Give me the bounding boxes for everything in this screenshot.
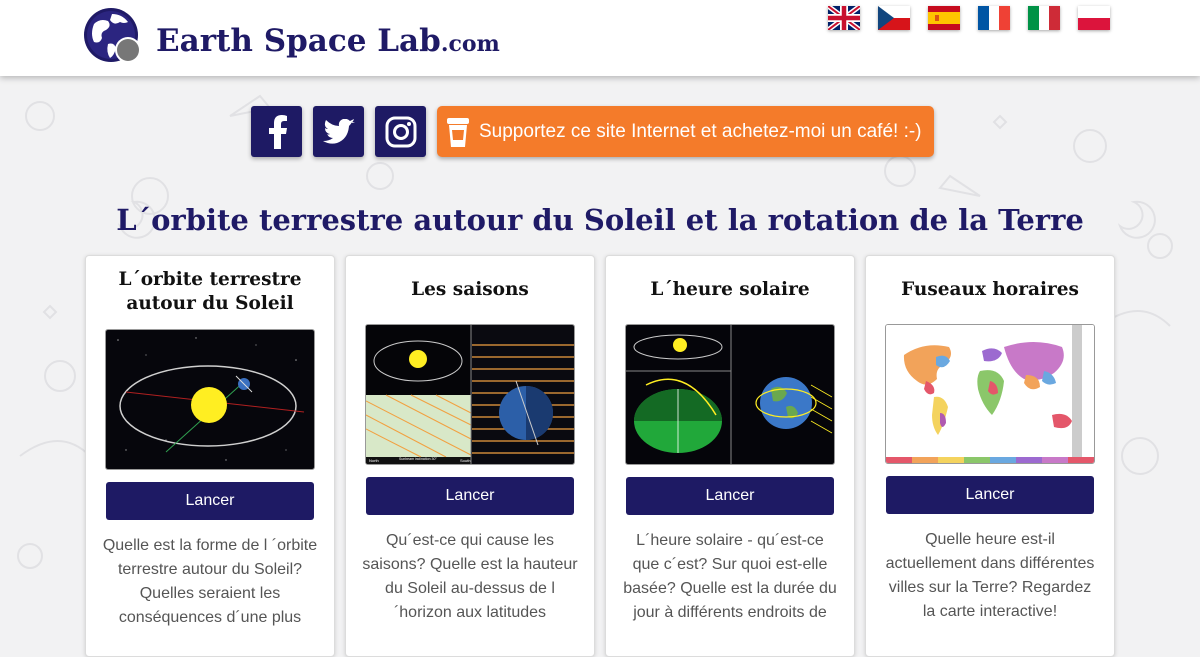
card-description: Qu´est-ce qui cause les saisons? Quelle … bbox=[362, 532, 578, 621]
card-description: Quelle est la forme de l ´orbite terrest… bbox=[102, 537, 318, 626]
card-earth-orbit: L´orbite terrestre autour du Soleil Lanc… bbox=[85, 255, 335, 657]
coffee-cup-icon bbox=[447, 117, 469, 147]
north-label: North bbox=[369, 458, 379, 463]
card-title: Les saisons bbox=[411, 278, 529, 300]
launch-button[interactable]: Lancer bbox=[366, 477, 574, 515]
site-logo[interactable]: Earth Space Lab.com bbox=[82, 6, 500, 68]
card-description: L´heure solaire - qu´est-ce que c´est? S… bbox=[623, 532, 837, 621]
language-switcher bbox=[828, 6, 1110, 30]
earth-orbit-illustration bbox=[106, 330, 314, 469]
logo-suffix: .com bbox=[440, 31, 500, 57]
solar-time-illustration bbox=[626, 325, 834, 464]
launch-button[interactable]: Lancer bbox=[106, 482, 314, 520]
instagram-button[interactable] bbox=[375, 106, 426, 157]
world-map-illustration bbox=[886, 325, 1094, 463]
earth-globe-icon bbox=[84, 8, 141, 63]
logo-text: Earth Space Lab.com bbox=[156, 23, 500, 59]
facebook-button[interactable] bbox=[251, 106, 302, 157]
seasons-illustration: North South Sunbeam inclination 30° bbox=[366, 325, 574, 464]
buy-coffee-button[interactable]: Supportez ce site Internet et achetez-mo… bbox=[437, 106, 934, 157]
card-description: Quelle heure est-il actuellement dans di… bbox=[885, 531, 1095, 620]
italy-flag-icon[interactable] bbox=[1028, 6, 1060, 30]
instagram-icon bbox=[385, 116, 416, 147]
uk-flag-icon[interactable] bbox=[828, 6, 860, 30]
launch-button[interactable]: Lancer bbox=[626, 477, 834, 515]
time-zones-thumbnail[interactable] bbox=[885, 324, 1095, 464]
facebook-icon bbox=[268, 114, 287, 149]
launch-button[interactable]: Lancer bbox=[886, 476, 1094, 514]
coffee-label: Supportez ce site Internet et achetez-mo… bbox=[479, 120, 922, 142]
card-title: L´orbite terrestre autour du Soleil bbox=[118, 268, 302, 314]
south-label: South bbox=[460, 458, 470, 463]
twitter-icon bbox=[322, 118, 355, 144]
card-seasons: Les saisons North South Sunbeam inclinat… bbox=[345, 255, 595, 657]
logo-name: Earth Space Lab bbox=[156, 23, 441, 59]
social-bar: Supportez ce site Internet et achetez-mo… bbox=[251, 106, 934, 157]
earth-orbit-thumbnail[interactable] bbox=[105, 329, 315, 470]
card-title: Fuseaux horaires bbox=[901, 278, 1079, 300]
inclination-label: Sunbeam inclination 30° bbox=[399, 457, 437, 461]
spain-flag-icon[interactable] bbox=[928, 6, 960, 30]
page-title: L´orbite terrestre autour du Soleil et l… bbox=[116, 203, 1084, 237]
france-flag-icon[interactable] bbox=[978, 6, 1010, 30]
czech-flag-icon[interactable] bbox=[878, 6, 910, 30]
card-solar-time: L´heure solaire Lancer L´heure solaire -… bbox=[605, 255, 855, 657]
twitter-button[interactable] bbox=[313, 106, 364, 157]
solar-time-thumbnail[interactable] bbox=[625, 324, 835, 465]
card-title: L´heure solaire bbox=[650, 278, 810, 300]
card-time-zones: Fuseaux horaires Lancer Quelle heure est… bbox=[865, 255, 1115, 657]
poland-flag-icon[interactable] bbox=[1078, 6, 1110, 30]
site-header: Earth Space Lab.com bbox=[0, 0, 1200, 76]
seasons-thumbnail[interactable]: North South Sunbeam inclination 30° bbox=[365, 324, 575, 465]
